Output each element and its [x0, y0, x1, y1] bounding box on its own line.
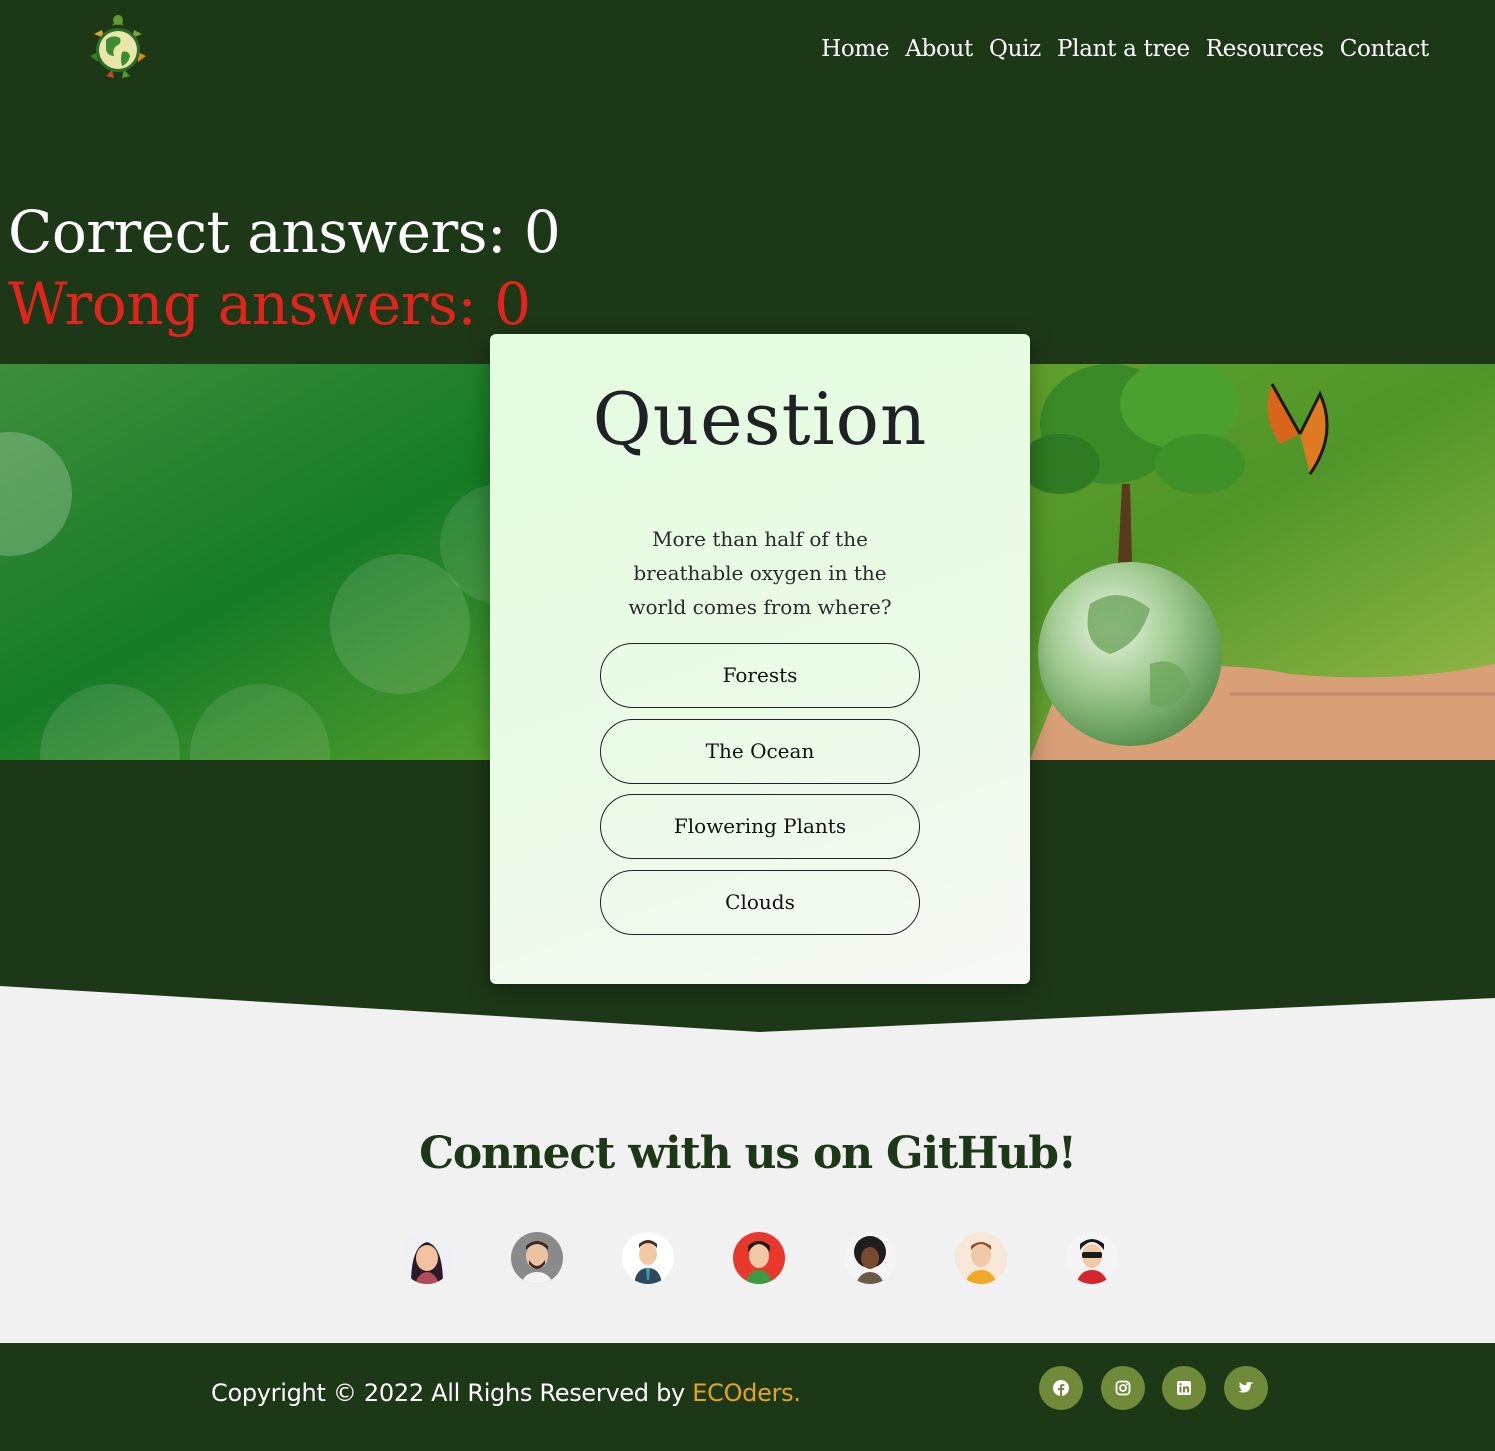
site-header: Home About Quiz Plant a tree Resources C…	[0, 0, 1495, 100]
nav-plant-a-tree[interactable]: Plant a tree	[1057, 34, 1190, 64]
avatar-member-5[interactable]	[844, 1232, 896, 1284]
facebook-button[interactable]	[1039, 1366, 1083, 1410]
avatar-member-2[interactable]	[511, 1232, 563, 1284]
main-nav: Home About Quiz Plant a tree Resources C…	[821, 34, 1429, 64]
avatar-member-3[interactable]	[622, 1232, 674, 1284]
instagram-button[interactable]	[1100, 1366, 1145, 1410]
sunglasses-avatar-icon	[1066, 1232, 1118, 1284]
copyright-text: Copyright © 2022 All Righs Reserved by E…	[211, 1379, 801, 1407]
avatar-member-6[interactable]	[955, 1232, 1007, 1284]
social-links	[1039, 1366, 1268, 1410]
nav-contact[interactable]: Contact	[1340, 34, 1430, 64]
avatar-member-7[interactable]	[1066, 1232, 1118, 1284]
brand-link[interactable]: ECOders.	[692, 1379, 801, 1407]
linkedin-icon	[1177, 1381, 1191, 1395]
answer-button-flowering-plants[interactable]: Flowering Plants	[600, 794, 920, 859]
answer-button-the-ocean[interactable]: The Ocean	[600, 718, 920, 784]
curly-hair-avatar-icon	[844, 1232, 896, 1284]
twitter-button[interactable]	[1223, 1366, 1268, 1410]
question-text: More than half of the breathable oxygen …	[628, 527, 892, 619]
nav-quiz[interactable]: Quiz	[989, 34, 1041, 64]
wrong-answers-count: Wrong answers: 0	[8, 270, 531, 338]
man-avatar-icon	[955, 1232, 1007, 1284]
score-board: Correct answers: 0 Wrong answers: 0	[8, 196, 561, 340]
copyright-label: Copyright © 2022 All Righs Reserved by	[211, 1379, 693, 1407]
answer-button-clouds[interactable]: Clouds	[600, 869, 920, 935]
github-heading: Connect with us on GitHub!	[419, 1128, 1077, 1179]
team-avatars	[401, 1232, 1121, 1284]
nav-about[interactable]: About	[905, 34, 973, 64]
question-heading: Question	[592, 377, 928, 461]
woman-avatar-icon	[401, 1232, 453, 1284]
linkedin-button[interactable]	[1162, 1366, 1206, 1410]
avatar-member-1[interactable]	[401, 1232, 453, 1284]
avatar-member-4[interactable]	[733, 1232, 785, 1284]
earth-logo-icon	[90, 15, 146, 78]
nav-resources[interactable]: Resources	[1206, 34, 1324, 64]
twitter-icon	[1237, 1381, 1253, 1393]
site-logo[interactable]	[82, 12, 154, 84]
correct-answers-count: Correct answers: 0	[8, 198, 561, 266]
instagram-icon	[1115, 1380, 1130, 1396]
facebook-icon	[1053, 1380, 1069, 1396]
businessman-avatar-icon	[622, 1232, 674, 1284]
site-footer: Copyright © 2022 All Righs Reserved by E…	[0, 1343, 1495, 1451]
answer-list: Forests The Ocean Flowering Plants Cloud…	[600, 643, 920, 945]
boy-avatar-icon	[733, 1232, 785, 1284]
answer-button-forests[interactable]: Forests	[600, 643, 920, 708]
github-section: Connect with us on GitHub!	[0, 986, 1495, 1343]
bearded-man-avatar-icon	[511, 1232, 563, 1284]
nav-home[interactable]: Home	[821, 34, 889, 64]
quiz-card: Question More than half of the breathabl…	[490, 334, 1030, 984]
